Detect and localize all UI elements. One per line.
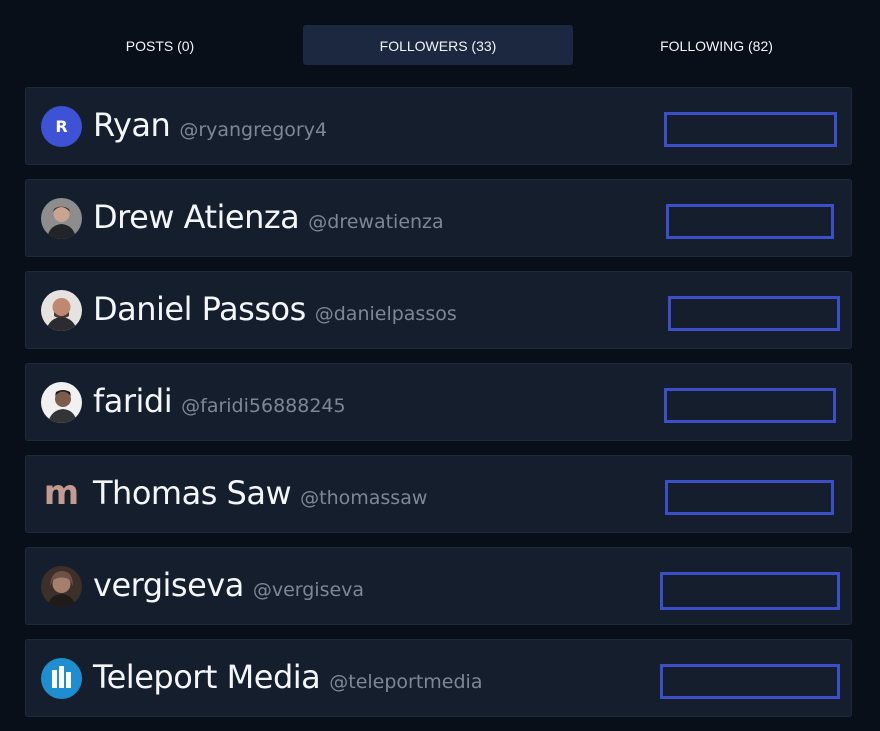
follow-button[interactable]	[660, 572, 840, 610]
teleport-logo-avatar[interactable]	[41, 658, 82, 699]
follower-names: Drew Atienza @drewatienza	[93, 198, 444, 242]
follower-names: Ryan @ryangregory4	[93, 106, 327, 150]
follower-row[interactable]: vergiseva @vergiseva	[25, 547, 852, 625]
follower-name[interactable]: faridi	[93, 382, 173, 420]
follower-name[interactable]: Teleport Media	[93, 658, 321, 696]
follower-name[interactable]: Drew Atienza	[93, 198, 300, 236]
follower-names: Thomas Saw @thomassaw	[93, 474, 427, 518]
user-photo-avatar[interactable]	[41, 290, 82, 331]
follower-row[interactable]: m Thomas Saw @thomassaw	[25, 455, 852, 533]
follow-button[interactable]	[665, 480, 834, 515]
follower-name[interactable]: Daniel Passos	[93, 290, 306, 328]
follower-row[interactable]: R Ryan @ryangregory4	[25, 87, 852, 165]
monogram-avatar[interactable]: R	[41, 106, 82, 147]
followers-list: R Ryan @ryangregory4 Drew Atienza @drewati…	[25, 87, 852, 731]
follower-names: Teleport Media @teleportmedia	[93, 658, 482, 702]
tab-followers[interactable]: FOLLOWERS (33)	[303, 25, 573, 65]
m-logo-avatar[interactable]: m	[41, 474, 82, 515]
user-photo-avatar[interactable]	[41, 198, 82, 239]
follower-names: faridi @faridi56888245	[93, 382, 346, 426]
follow-button[interactable]	[664, 112, 837, 147]
follower-names: Daniel Passos @danielpassos	[93, 290, 457, 334]
follower-row[interactable]: faridi @faridi56888245	[25, 363, 852, 441]
user-photo-avatar[interactable]	[41, 566, 82, 607]
follower-handle[interactable]: @teleportmedia	[329, 671, 482, 693]
follower-handle[interactable]: @danielpassos	[315, 303, 457, 325]
follower-name[interactable]: Ryan	[93, 106, 171, 144]
follower-row[interactable]: Daniel Passos @danielpassos	[25, 271, 852, 349]
follower-row[interactable]: Teleport Media @teleportmedia	[25, 639, 852, 717]
tab-following[interactable]: FOLLOWING (82)	[581, 25, 852, 65]
follower-handle[interactable]: @ryangregory4	[179, 119, 327, 141]
follower-names: vergiseva @vergiseva	[93, 566, 364, 610]
user-photo-avatar[interactable]	[41, 382, 82, 423]
follow-button[interactable]	[664, 388, 836, 423]
follower-handle[interactable]: @vergiseva	[253, 579, 364, 601]
follower-name[interactable]: vergiseva	[93, 566, 244, 604]
follower-handle[interactable]: @thomassaw	[300, 487, 427, 509]
follower-name[interactable]: Thomas Saw	[93, 474, 292, 512]
follower-row[interactable]: Drew Atienza @drewatienza	[25, 179, 852, 257]
follow-button[interactable]	[668, 296, 840, 331]
follow-button[interactable]	[660, 664, 840, 699]
follower-handle[interactable]: @drewatienza	[308, 211, 443, 233]
tab-posts[interactable]: POSTS (0)	[25, 25, 295, 65]
profile-tabs: POSTS (0) FOLLOWERS (33) FOLLOWING (82)	[25, 25, 852, 65]
follower-handle[interactable]: @faridi56888245	[181, 395, 345, 417]
follow-button[interactable]	[666, 204, 834, 239]
